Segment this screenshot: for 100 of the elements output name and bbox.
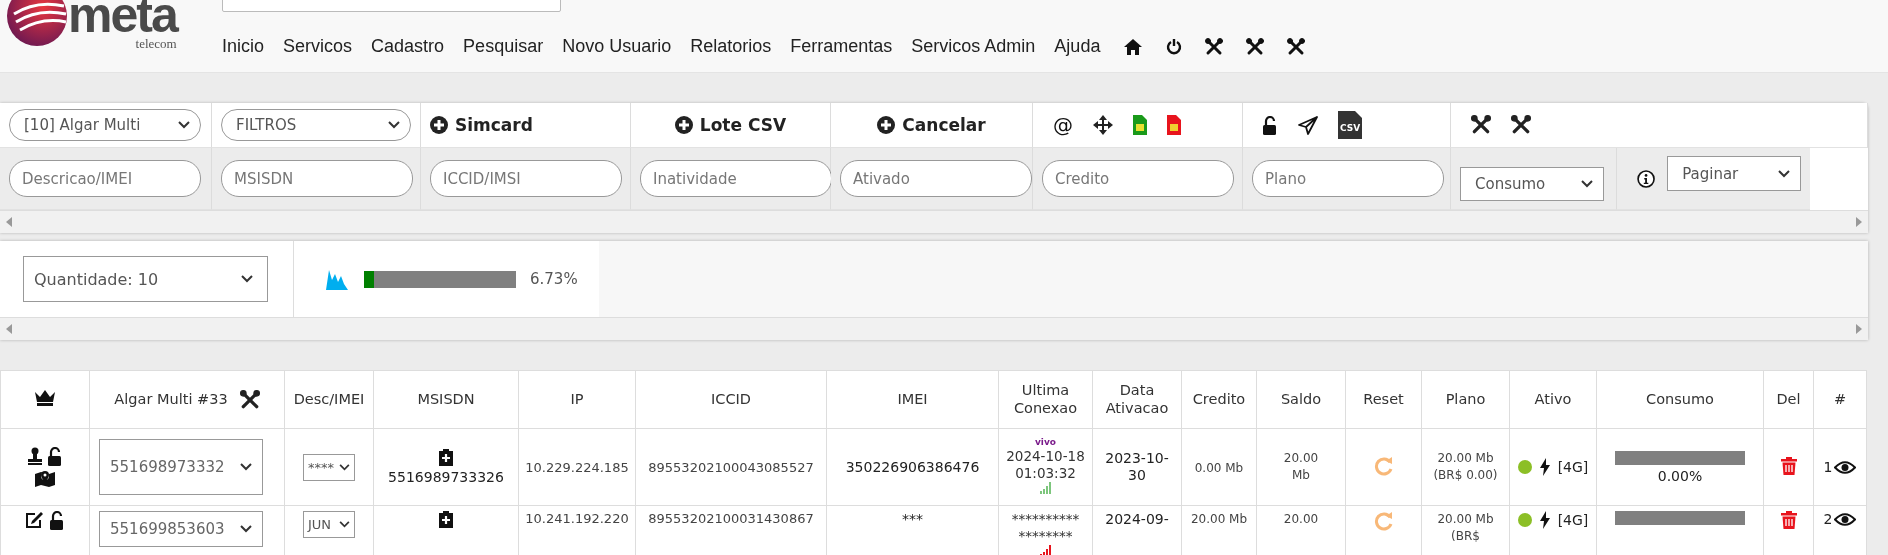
clipboard-plus-icon[interactable] (439, 511, 453, 528)
nav-link[interactable]: Novo Usuario (562, 36, 672, 57)
eye-icon[interactable] (1834, 459, 1857, 475)
unlock-icon[interactable] (1263, 115, 1278, 135)
chevron-down-icon (1581, 179, 1593, 188)
tools-icon[interactable] (1511, 115, 1531, 135)
line-select[interactable]: 551699853603 (99, 511, 263, 547)
ip-text: 10.241.192.220 (525, 511, 629, 526)
progress-percent: 6.73% (530, 270, 578, 288)
unlock-icon[interactable] (47, 447, 63, 466)
activation-date: 2024-09- (1104, 511, 1170, 529)
column-header: ICCID (711, 390, 751, 407)
desc-select[interactable]: **** (303, 453, 355, 481)
filter-field[interactable]: Credito (1042, 160, 1234, 197)
unlock-icon[interactable] (50, 511, 65, 530)
filter-field[interactable]: Inatividade (640, 160, 832, 197)
nav-link[interactable]: Servicos (283, 36, 353, 57)
tools-icon[interactable] (1471, 115, 1491, 135)
column-header: Reset (1363, 390, 1404, 407)
activation-date: 2023-10-30 (1104, 449, 1170, 485)
imei-text: 350226906386476 (845, 459, 980, 475)
consumo-select[interactable]: Consumo (1460, 166, 1604, 201)
chevron-down-icon (241, 275, 253, 283)
delete-icon[interactable] (1780, 456, 1797, 475)
plan-text: 20.00 Mb (BR$ 0.00) (1432, 449, 1499, 484)
tools-icon[interactable] (1246, 37, 1265, 56)
plus-circle-icon (877, 116, 896, 134)
column-header: Ativo (1534, 390, 1572, 407)
balance-text: 20.00 Mb (1282, 450, 1320, 484)
add-button[interactable]: Cancelar (877, 115, 986, 135)
map-pin-icon[interactable] (35, 469, 55, 487)
nav-link[interactable]: Ferramentas (790, 36, 893, 57)
filter-field[interactable]: Descricao/IMEI (9, 160, 201, 197)
bolt-icon (1539, 458, 1550, 476)
home-icon[interactable] (1123, 37, 1144, 56)
filter-field[interactable]: ICCID/IMSI (430, 160, 622, 197)
last-connection-text: 2024-10-18 01:03:32 (1005, 448, 1086, 482)
credit-text: 20.00 Mb (1190, 512, 1248, 526)
sim-card-icon[interactable] (1133, 115, 1147, 135)
tools-icon[interactable] (1287, 37, 1306, 56)
clipboard-plus-icon[interactable] (439, 449, 453, 466)
filter-select[interactable]: FILTROS (221, 109, 411, 141)
move-icon[interactable] (1093, 115, 1113, 135)
pagination-select[interactable]: Paginar (1667, 156, 1801, 191)
last-connection-text: ********** ******** (1010, 511, 1081, 545)
info-icon[interactable] (1637, 168, 1656, 189)
nav-link[interactable]: Servicos Admin (911, 36, 1036, 57)
nav-link[interactable]: Cadastro (371, 36, 445, 57)
delete-icon[interactable] (1780, 511, 1797, 529)
iccid-text: 89553202100031430867 (648, 511, 814, 526)
row-number: 1 (1823, 459, 1833, 475)
tools-icon[interactable] (239, 389, 260, 410)
plus-circle-icon (430, 116, 448, 134)
filter-field[interactable]: MSISDN (221, 160, 413, 197)
column-header: IMEI (897, 390, 928, 407)
plus-circle-icon (674, 116, 693, 134)
plan-text: 20.00 Mb (BR$ (1436, 511, 1495, 546)
company-select[interactable]: [10] Algar Multi (9, 109, 201, 141)
credit-text: 0.00 Mb (1194, 460, 1244, 475)
nav-link[interactable]: Ajuda (1054, 36, 1101, 57)
column-header: Data Ativacao (1105, 382, 1169, 416)
add-button[interactable]: Simcard (430, 115, 533, 135)
operator-label: vivo (1035, 437, 1056, 449)
filter-field[interactable]: Plano (1252, 160, 1444, 197)
column-header: Algar Multi #33 (114, 390, 228, 407)
column-header: Credito (1192, 390, 1246, 407)
chevron-down-icon (339, 521, 350, 528)
csv-file-icon[interactable]: CSV (1338, 111, 1362, 139)
eye-icon[interactable] (1834, 511, 1857, 527)
add-button[interactable]: Lote CSV (674, 115, 787, 135)
column-header: MSISDN (417, 390, 475, 407)
line-select[interactable]: 551698973332 (99, 439, 263, 495)
quantity-select[interactable]: Quantidade: 10 (23, 256, 268, 302)
imei-text: *** (902, 511, 923, 527)
chevron-down-icon (1778, 169, 1790, 178)
nav-link[interactable]: Inicio (222, 36, 265, 57)
iccid-text: 89553202100043085527 (648, 459, 814, 475)
chevron-down-icon (240, 525, 252, 533)
ip-text: 10.229.224.185 (525, 459, 629, 475)
power-icon[interactable] (1166, 38, 1183, 55)
edit-icon[interactable] (25, 511, 44, 529)
column-header: Saldo (1280, 390, 1322, 407)
chevron-down-icon (339, 463, 350, 471)
msisdn-text: 5516989733326 (388, 469, 504, 485)
filter-field[interactable]: Ativado (840, 160, 1032, 197)
column-header: Del (1776, 390, 1801, 407)
send-icon[interactable] (1298, 115, 1318, 135)
desc-select[interactable]: JUN (303, 511, 355, 538)
stamp-icon[interactable] (27, 447, 42, 465)
column-header: Consumo (1646, 390, 1714, 407)
column-header: IP (570, 390, 584, 407)
sim-card-icon[interactable] (1167, 115, 1181, 135)
nav-link[interactable]: Pesquisar (463, 36, 544, 57)
balance-text: 20.00 (1282, 511, 1320, 528)
column-header: Plano (1445, 390, 1486, 407)
network-type: [4G] (1557, 512, 1589, 528)
chevron-down-icon (240, 463, 252, 471)
nav-link[interactable]: Relatorios (690, 36, 772, 57)
tools-icon[interactable] (1205, 37, 1224, 56)
at-icon[interactable]: @ (1053, 113, 1073, 137)
